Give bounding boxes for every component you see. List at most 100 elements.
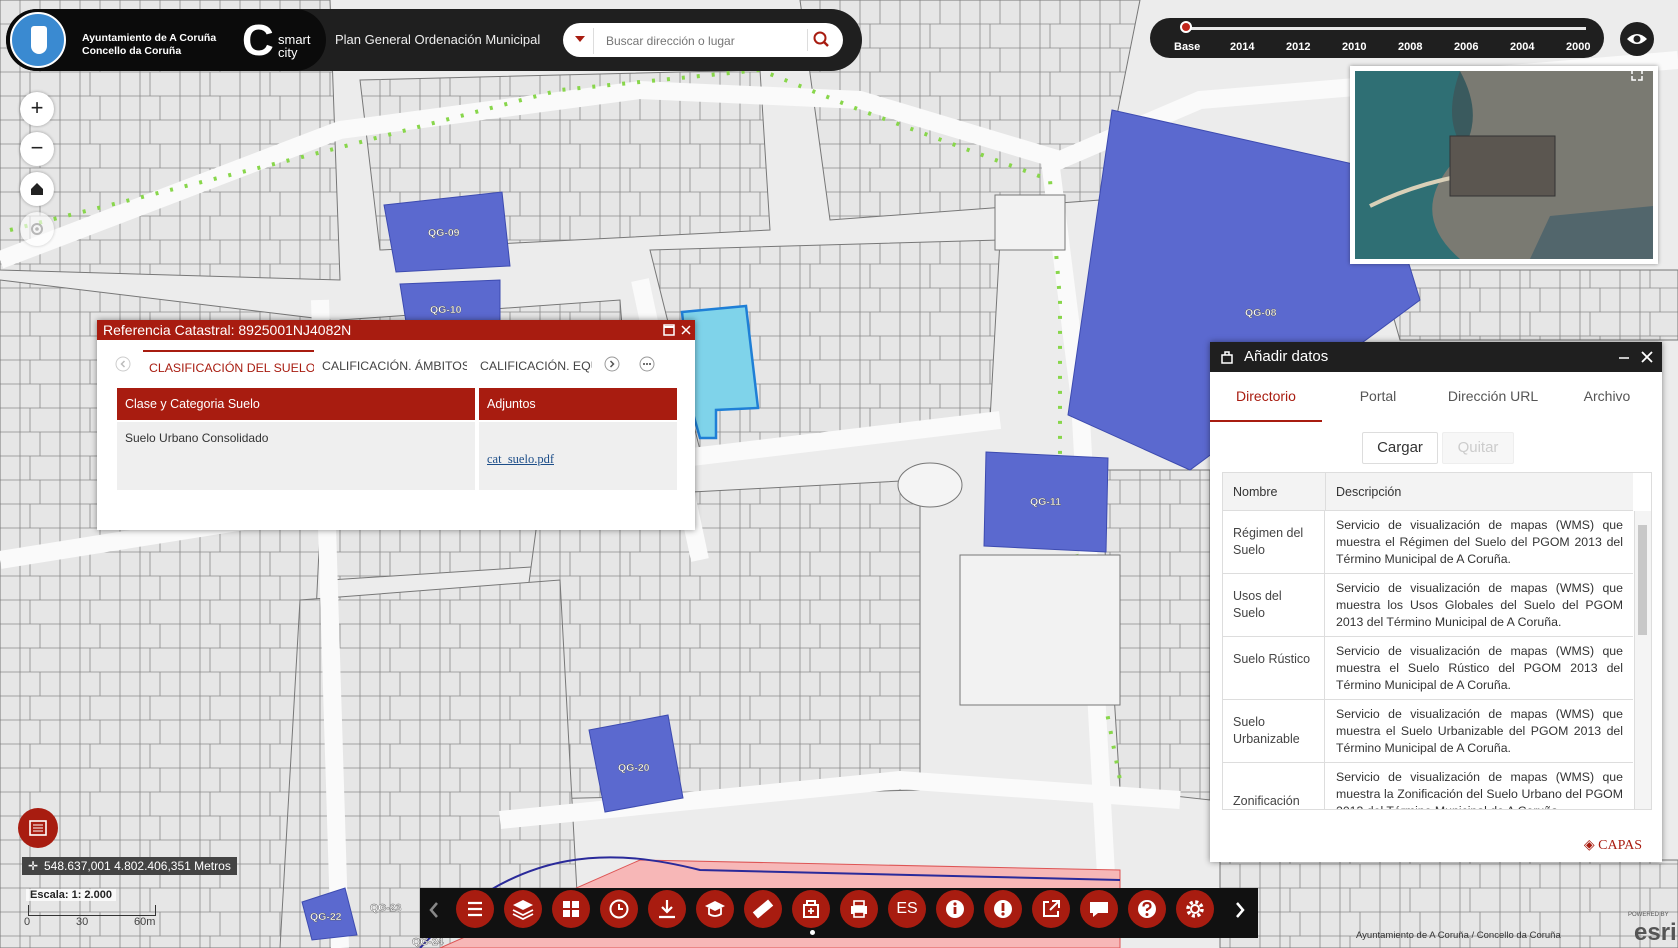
timeline-label[interactable]: 2014	[1230, 41, 1254, 53]
list-button[interactable]	[456, 890, 494, 928]
measure-button[interactable]	[744, 890, 782, 928]
scale-tick: 30	[76, 916, 89, 928]
timeline-slider[interactable]: Base 2014 2012 2010 2008 2006 2004 2000	[1150, 18, 1604, 58]
timeline-label[interactable]: 2012	[1286, 41, 1310, 53]
popup-header: Referencia Catastral: 8925001NJ4082N	[97, 320, 695, 340]
clase-value: Suelo Urbano Consolidado	[117, 422, 475, 490]
layers-icon: ◈	[1583, 838, 1595, 853]
settings-button[interactable]	[1176, 890, 1214, 928]
city-name-line1: Ayuntamiento de A Coruña	[82, 32, 217, 44]
tab-url[interactable]: Dirección URL	[1434, 372, 1552, 420]
add-data-icon	[1221, 351, 1233, 364]
history-button[interactable]	[600, 890, 638, 928]
chevron-left-icon[interactable]	[426, 898, 442, 922]
home-button[interactable]	[20, 172, 54, 206]
download-icon	[659, 900, 675, 919]
coordinates-display: ✛ 548.637,001 4.802.406,351 Metros	[22, 857, 237, 875]
add-data-button[interactable]	[792, 890, 830, 928]
tab-equipamientos[interactable]: CALIFICACIÓN. EQUI	[480, 350, 592, 380]
city-name: Ayuntamiento de A Coruña Concello da Cor…	[82, 32, 216, 58]
scale-tick: 0	[24, 916, 31, 928]
print-icon	[851, 900, 867, 918]
layers-link[interactable]: ◈ CAPAS	[1584, 837, 1642, 854]
table-row[interactable]: Suelo Rústico Servicio de visualización …	[1223, 637, 1633, 700]
chevron-right-icon[interactable]	[1232, 898, 1248, 922]
timeline-label[interactable]: 2004	[1510, 41, 1534, 53]
satellite-image	[1355, 71, 1653, 259]
tab-directorio[interactable]: Directorio	[1210, 372, 1322, 422]
timeline-label[interactable]: 2010	[1342, 41, 1366, 53]
column-header: Nombre	[1223, 473, 1326, 511]
layer-description: Servicio de visualización de mapas (WMS)…	[1336, 644, 1623, 692]
scale-bar	[28, 905, 156, 916]
tab-portal[interactable]: Portal	[1322, 372, 1434, 420]
city-seal-logo[interactable]	[10, 12, 66, 68]
locate-icon	[31, 223, 43, 235]
table-row[interactable]: Suelo Urbanizable Servicio de visualizac…	[1223, 700, 1633, 763]
feature-popup: Referencia Catastral: 8925001NJ4082N CLA…	[97, 320, 695, 530]
scrollbar-thumb[interactable]	[1638, 525, 1647, 635]
alert-button[interactable]	[984, 890, 1022, 928]
column-header: Clase y Categoria Suelo	[117, 388, 475, 420]
timeline-handle[interactable]	[1180, 21, 1192, 33]
table-row[interactable]: Régimen del Suelo Servicio de visualizac…	[1223, 511, 1633, 574]
add-data-icon	[803, 900, 819, 918]
bottom-toolbar: ES	[420, 888, 1258, 938]
layers-icon	[512, 900, 534, 921]
search-button[interactable]	[807, 29, 834, 51]
panel-header: Añadir datos	[1210, 342, 1662, 372]
faq-button[interactable]	[1080, 890, 1118, 928]
chevron-left-icon[interactable]	[115, 356, 131, 372]
timeline-label[interactable]: Base	[1174, 41, 1200, 53]
attachment-cell: cat_suelo.pdf	[479, 422, 677, 490]
zoom-out-button[interactable]: −	[20, 132, 54, 166]
layer-name: Zonificación	[1223, 763, 1325, 809]
expand-icon[interactable]	[1630, 68, 1644, 82]
chevron-right-icon[interactable]	[604, 356, 620, 372]
minimize-icon[interactable]	[1618, 351, 1630, 363]
tab-ambitos[interactable]: CALIFICACIÓN. ÁMBITOS	[322, 350, 467, 380]
load-button[interactable]: Cargar	[1362, 432, 1438, 464]
timeline-track[interactable]	[1186, 27, 1586, 30]
layer-description: Servicio de visualización de mapas (WMS)…	[1336, 707, 1623, 755]
search-box	[563, 23, 843, 57]
layer-name: Usos del Suelo	[1223, 574, 1325, 636]
info-icon	[946, 900, 964, 918]
layers-label: CAPAS	[1598, 838, 1642, 853]
zoom-in-button[interactable]: +	[20, 92, 54, 126]
list-icon	[468, 901, 482, 917]
info-button[interactable]	[936, 890, 974, 928]
timeline-label[interactable]: 2006	[1454, 41, 1478, 53]
scrollbar[interactable]	[1634, 511, 1651, 809]
more-icon[interactable]	[639, 356, 655, 372]
close-icon[interactable]	[680, 324, 692, 336]
education-button[interactable]	[696, 890, 734, 928]
timeline-label[interactable]: 2000	[1566, 41, 1590, 53]
layers-button[interactable]	[504, 890, 542, 928]
search-source-dropdown[interactable]	[575, 36, 585, 42]
table-row[interactable]: Zonificación Servicio de visualización d…	[1223, 763, 1633, 809]
zone-label: QG-11	[1030, 496, 1061, 508]
legend-button[interactable]	[18, 808, 58, 848]
remove-button[interactable]: Quitar	[1442, 432, 1514, 464]
clock-icon	[609, 899, 629, 919]
locate-button[interactable]	[20, 212, 54, 246]
search-input[interactable]	[593, 28, 808, 54]
language-button[interactable]: ES	[888, 890, 926, 928]
external-link-button[interactable]	[1032, 890, 1070, 928]
visibility-toggle[interactable]	[1620, 22, 1654, 56]
overview-map[interactable]	[1350, 66, 1658, 264]
grid-button[interactable]	[552, 890, 590, 928]
close-icon[interactable]	[1640, 350, 1654, 364]
minus-icon: −	[30, 135, 44, 160]
download-button[interactable]	[648, 890, 686, 928]
help-button[interactable]	[1128, 890, 1166, 928]
table-row[interactable]: Usos del Suelo Servicio de visualización…	[1223, 574, 1633, 637]
maximize-icon[interactable]	[663, 324, 675, 336]
tab-clasificacion[interactable]: CLASIFICACIÓN DEL SUELO	[143, 350, 314, 382]
zone-label: QG-20	[618, 762, 650, 774]
timeline-label[interactable]: 2008	[1398, 41, 1422, 53]
tab-archivo[interactable]: Archivo	[1552, 372, 1662, 420]
print-button[interactable]	[840, 890, 878, 928]
attachment-link[interactable]: cat_suelo.pdf	[487, 452, 554, 466]
